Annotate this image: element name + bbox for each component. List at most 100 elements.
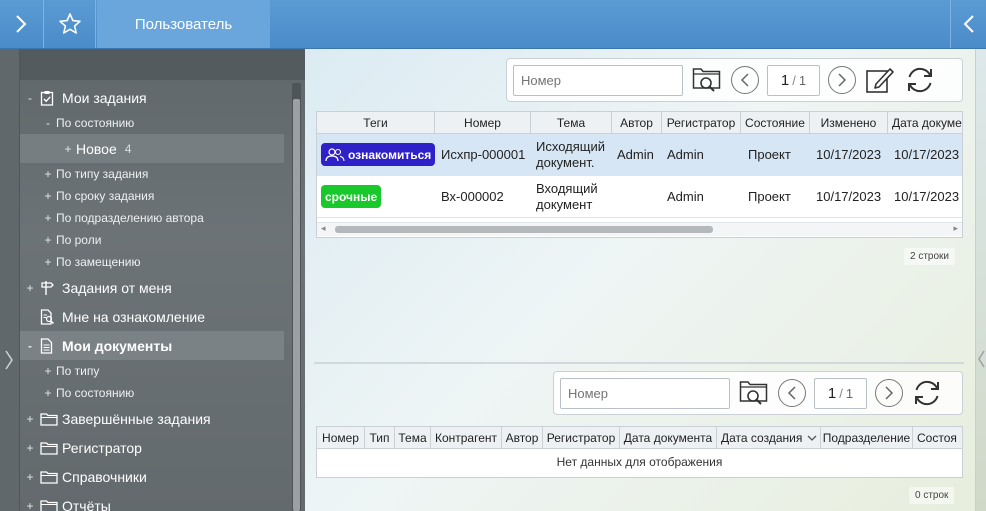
column-header-document-date[interactable]: Дата документа [620, 427, 717, 448]
column-header-state[interactable]: Состояние [741, 112, 810, 133]
tag-review[interactable]: ознакомиться [321, 143, 435, 166]
documents-toolbar: 1 / 1 [506, 58, 963, 102]
chevron-right-icon [885, 386, 894, 400]
advanced-search-button[interactable] [691, 64, 723, 96]
scroll-right-icon[interactable]: ▸ [953, 223, 958, 234]
sidebar-item-reports[interactable]: + Отчёты [20, 491, 284, 511]
sidebar-item-my-tasks[interactable]: - Мои задания [20, 83, 284, 112]
number-search-input[interactable] [513, 64, 683, 96]
expand-toggle[interactable]: + [20, 412, 40, 426]
sidebar-item-by-substitution[interactable]: + По замещению [20, 251, 284, 273]
column-header-tags[interactable]: Теги [317, 112, 435, 133]
column-header-document-date[interactable]: Дата докумен [888, 112, 962, 133]
sidebar-item-docs-by-state[interactable]: + По состоянию [20, 382, 284, 404]
sidebar-item-by-deadline[interactable]: + По сроку задания [20, 185, 284, 207]
author-cell: Admin [617, 147, 654, 162]
chevron-right-icon [5, 350, 13, 370]
advanced-search-button[interactable] [738, 377, 770, 409]
page-indicator[interactable]: 1 / 1 [814, 377, 867, 409]
subject-cell: Входящий документ [536, 180, 598, 212]
expand-toggle[interactable]: + [20, 470, 40, 484]
sidebar-item-for-review[interactable]: Мне на ознакомление [20, 302, 284, 331]
column-header-subject[interactable]: Тема [395, 427, 431, 448]
column-header-counterparty[interactable]: Контрагент [431, 427, 502, 448]
sidebar-scrollbar[interactable] [292, 83, 301, 511]
sidebar-item-label: По роли [56, 233, 102, 247]
refresh-button[interactable] [911, 377, 943, 409]
right-collapse-strip[interactable] [975, 49, 986, 511]
sidebar-item-registrar[interactable]: + Регистратор [20, 433, 284, 462]
horizontal-scrollbar[interactable]: ◂ ▸ [317, 222, 962, 236]
expand-toggle[interactable]: + [40, 364, 56, 378]
expand-toggle[interactable]: + [20, 499, 40, 511]
documents-table: Теги Номер Тема Автор Регистратор Состоя… [316, 111, 963, 238]
sidebar-item-my-documents[interactable]: - Мои документы [20, 331, 284, 360]
column-header-creation-date[interactable]: Дата создания [717, 427, 821, 448]
column-header-type[interactable]: Тип [365, 427, 395, 448]
star-icon [58, 13, 81, 34]
expand-left-button[interactable] [0, 0, 42, 48]
column-header-subject[interactable]: Тема [531, 112, 612, 133]
expand-toggle[interactable]: + [40, 233, 56, 247]
scrollbar-thumb[interactable] [335, 226, 713, 233]
expand-toggle[interactable]: + [60, 142, 76, 156]
column-header-modified[interactable]: Изменено [810, 112, 888, 133]
sidebar-item-by-author-department[interactable]: + По подразделению автора [20, 207, 284, 229]
column-header-state[interactable]: Состоя [913, 427, 962, 448]
expand-toggle[interactable]: + [20, 281, 40, 295]
table-row[interactable]: ознакомиться Исхпр-000001 Исходящий доку… [317, 134, 962, 176]
expand-toggle[interactable]: + [40, 167, 56, 181]
sidebar-item-by-task-type[interactable]: + По типу задания [20, 163, 284, 185]
next-page-button[interactable] [828, 66, 856, 94]
column-header-author[interactable]: Автор [502, 427, 543, 448]
table-row[interactable]: срочные Вх-000002 Входящий документ Admi… [317, 176, 962, 218]
tab-user[interactable]: Пользователь [97, 0, 270, 48]
panel-splitter[interactable] [314, 362, 964, 364]
left-collapse-strip[interactable] [0, 49, 20, 511]
collapse-toggle[interactable]: - [20, 91, 40, 105]
edit-button[interactable] [864, 64, 896, 96]
table-header: Номер Тип Тема Контрагент Автор Регистра… [317, 427, 962, 449]
number-search-input[interactable] [560, 377, 730, 409]
linked-documents-toolbar: 1 / 1 [553, 371, 963, 415]
sidebar-item-new[interactable]: + Новое 4 [20, 134, 284, 163]
sidebar-item-by-role[interactable]: + По роли [20, 229, 284, 251]
expand-toggle[interactable]: + [40, 386, 56, 400]
chevron-left-icon [963, 15, 974, 33]
favorites-button[interactable] [43, 0, 96, 48]
total-pages: 1 [845, 385, 854, 401]
sidebar-item-by-state[interactable]: - По состоянию [20, 112, 284, 134]
sidebar-item-tasks-from-me[interactable]: + Задания от меня [20, 273, 284, 302]
sidebar-item-completed-tasks[interactable]: + Завершённые задания [20, 404, 284, 433]
prev-page-button[interactable] [778, 379, 806, 407]
tag-urgent[interactable]: срочные [321, 185, 382, 208]
expand-toggle[interactable]: + [20, 441, 40, 455]
prev-page-button[interactable] [731, 66, 759, 94]
expand-right-button[interactable] [950, 0, 986, 48]
expand-toggle[interactable]: + [40, 189, 56, 203]
tag-label: ознакомиться [348, 147, 432, 162]
collapse-toggle[interactable]: - [40, 116, 56, 130]
column-header-author[interactable]: Автор [612, 112, 662, 133]
sidebar-item-label: По типу задания [56, 167, 149, 181]
sidebar-item-by-type[interactable]: + По типу [20, 360, 284, 382]
expand-toggle[interactable]: + [40, 211, 56, 225]
sidebar-item-directories[interactable]: + Справочники [20, 462, 284, 491]
column-header-number[interactable]: Номер [435, 112, 531, 133]
modified-cell: 10/17/2023 [816, 189, 882, 204]
column-header-number[interactable]: Номер [317, 427, 365, 448]
next-page-button[interactable] [875, 379, 903, 407]
document-icon [40, 337, 62, 354]
page-indicator[interactable]: 1 / 1 [767, 64, 820, 96]
scrollbar-thumb[interactable] [293, 99, 300, 511]
sidebar-item-label: Мои задания [62, 89, 147, 106]
column-header-registrar[interactable]: Регистратор [543, 427, 620, 448]
collapse-toggle[interactable]: - [20, 339, 40, 353]
modified-cell: 10/17/2023 [816, 147, 882, 162]
expand-toggle[interactable]: + [40, 255, 56, 269]
scroll-left-icon[interactable]: ◂ [321, 223, 326, 234]
column-header-department[interactable]: Подразделение [821, 427, 913, 448]
row-count-label: 0 строк [909, 487, 955, 504]
refresh-button[interactable] [904, 64, 936, 96]
column-header-registrar[interactable]: Регистратор [662, 112, 741, 133]
